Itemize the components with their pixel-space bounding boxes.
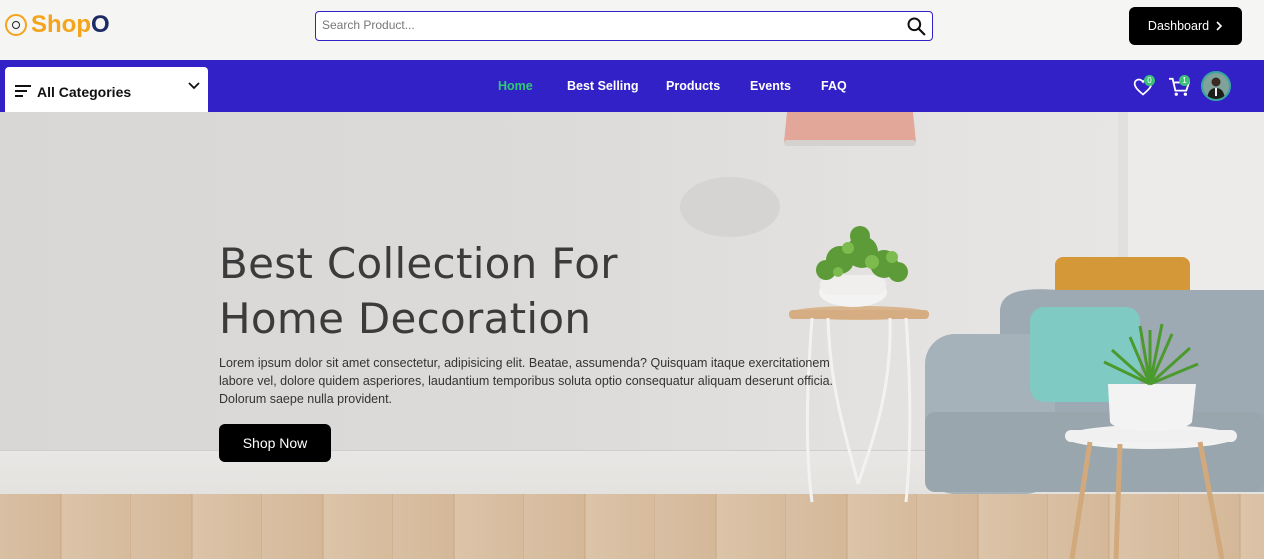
user-avatar[interactable]	[1201, 71, 1231, 101]
shop-now-button[interactable]: Shop Now	[219, 424, 331, 462]
top-header: ShopO Dashboard	[0, 0, 1264, 60]
nav-item-products[interactable]: Products	[666, 79, 720, 93]
user-photo-icon	[1203, 73, 1229, 99]
logo-icon	[5, 14, 27, 36]
logo-text-o: O	[91, 11, 110, 38]
hero-title-line1: Best Collection For	[219, 239, 618, 288]
hero-title: Best Collection For Home Decoration	[219, 236, 819, 346]
logo-text-shop: Shop	[31, 11, 91, 38]
nav-item-home[interactable]: Home	[498, 79, 533, 93]
logo[interactable]: Shop O	[5, 10, 110, 40]
dashboard-button[interactable]: Dashboard	[1129, 7, 1242, 45]
wishlist-count-badge: 0	[1144, 75, 1155, 86]
dashboard-label: Dashboard	[1147, 19, 1210, 33]
search-icon[interactable]	[906, 16, 926, 36]
hero-title-line2: Home Decoration	[219, 294, 592, 343]
cart-button[interactable]: 1	[1168, 75, 1192, 99]
nav-item-faq[interactable]: FAQ	[821, 79, 847, 93]
cart-count-badge: 1	[1179, 75, 1190, 86]
search-input[interactable]	[322, 12, 882, 38]
main-navbar: All Categories Home Best Selling Product…	[0, 60, 1264, 112]
nav-item-best-selling[interactable]: Best Selling	[567, 79, 639, 93]
hero-description: Lorem ipsum dolor sit amet consectetur, …	[219, 356, 834, 406]
nav-item-events[interactable]: Events	[750, 79, 791, 93]
chevron-right-icon	[1216, 21, 1223, 31]
nav-menu: Home Best Selling Products Events FAQ	[0, 79, 1264, 95]
search-bar	[315, 11, 933, 41]
wishlist-button[interactable]: 0	[1133, 75, 1155, 99]
hero-banner: Best Collection For Home Decoration Lore…	[0, 112, 1264, 559]
